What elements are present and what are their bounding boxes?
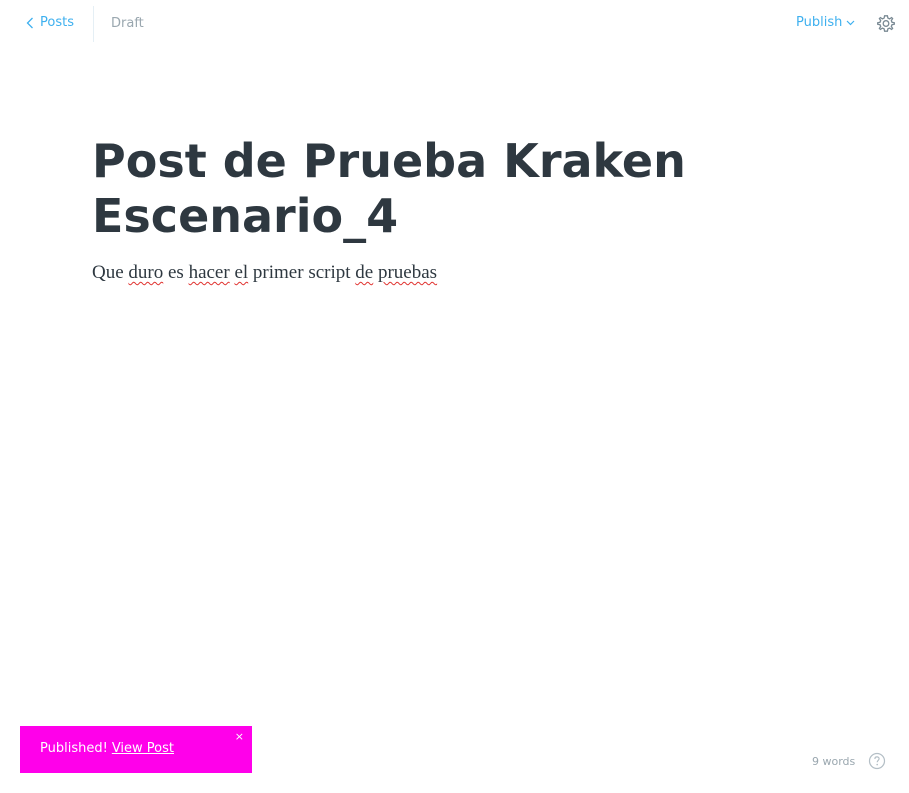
notification-message: Published! View Post xyxy=(40,741,174,756)
body-word-misspelled: de xyxy=(355,262,374,283)
body-word: script xyxy=(308,262,351,283)
back-link-label: Posts xyxy=(40,15,74,30)
body-word-misspelled: el xyxy=(234,262,249,283)
editor-header: Posts Draft Publish xyxy=(0,0,909,48)
view-post-link[interactable]: View Post xyxy=(112,741,174,756)
publish-menu-button[interactable]: Publish xyxy=(796,15,855,30)
header-divider xyxy=(93,6,94,42)
word-count: 9 words xyxy=(812,755,856,768)
chevron-left-icon xyxy=(26,17,34,29)
body-word: Que xyxy=(92,262,124,283)
published-notification: Published! View Post × xyxy=(20,726,252,773)
post-status: Draft xyxy=(111,16,144,31)
publish-label: Publish xyxy=(796,15,843,30)
post-title-line: Post de Prueba Kraken xyxy=(92,134,686,188)
back-to-posts-link[interactable]: Posts xyxy=(26,15,74,30)
body-word: primer xyxy=(252,262,304,283)
body-word: es xyxy=(167,262,184,283)
gear-icon[interactable] xyxy=(876,14,896,34)
body-word-misspelled: duro xyxy=(128,262,164,283)
chevron-down-icon xyxy=(846,15,855,30)
post-title-input[interactable]: Post de Prueba Kraken Escenario_4 xyxy=(92,134,792,244)
close-icon[interactable]: × xyxy=(235,730,244,744)
editor-page: Posts Draft Publish Post de Prueba Krake… xyxy=(0,0,909,793)
body-word-misspelled: hacer xyxy=(188,262,230,283)
post-body-editor[interactable]: Que duro es hacer el primer script de pr… xyxy=(92,260,792,286)
post-editor: Post de Prueba Kraken Escenario_4 Que du… xyxy=(92,134,792,286)
question-circle-icon[interactable] xyxy=(868,752,886,770)
body-word-misspelled: pruebas xyxy=(377,262,438,283)
post-title-line: Escenario_4 xyxy=(92,189,399,243)
notification-status: Published! xyxy=(40,741,108,756)
